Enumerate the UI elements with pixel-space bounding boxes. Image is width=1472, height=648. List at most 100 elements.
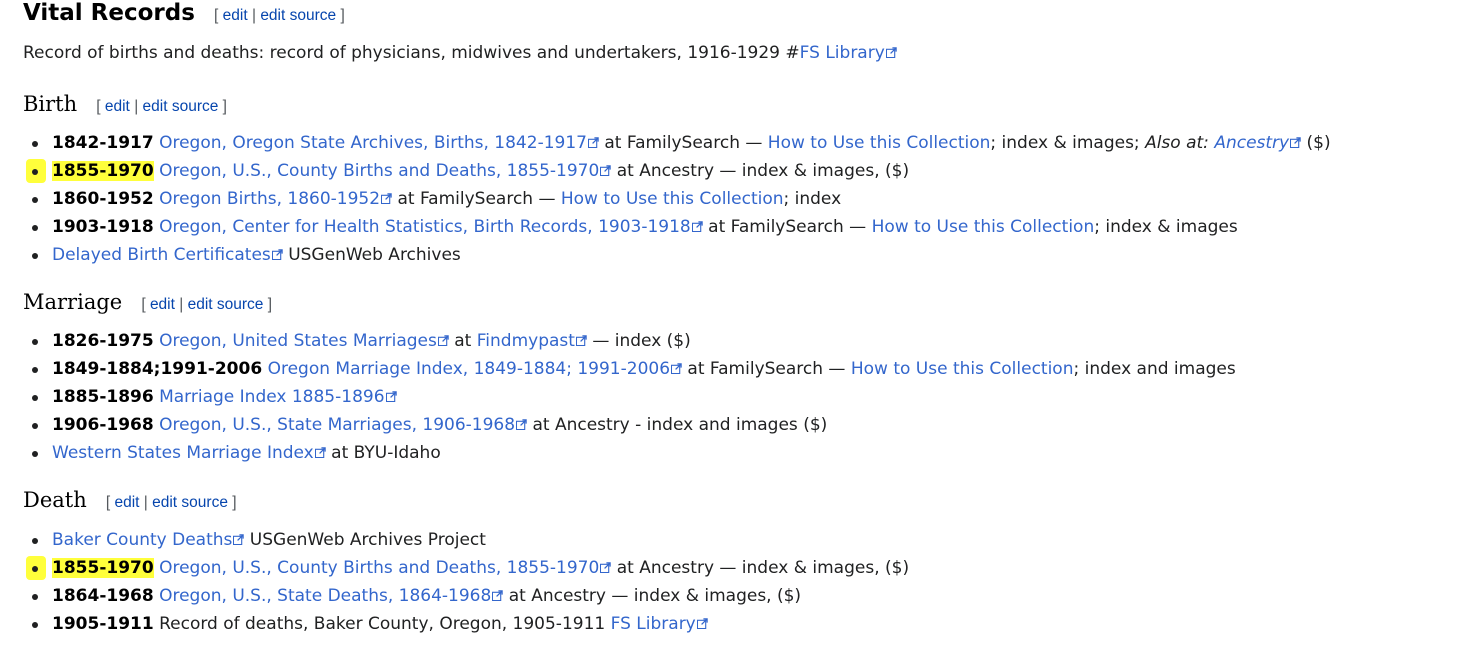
fs-library-link[interactable]: FS Library [800, 43, 897, 63]
edit-link[interactable]: edit [105, 98, 130, 115]
edit-section-links: [ edit | edit source ] [214, 7, 345, 24]
collection-link[interactable]: Marriage Index 1885-1896 [159, 387, 396, 407]
separator: | [134, 98, 139, 115]
link-text: Oregon, United States Marriages [159, 331, 437, 351]
link-text: Oregon, U.S., State Deaths, 1864-1968 [159, 586, 492, 606]
collection-link[interactable]: Oregon Births, 1860-1952 [159, 189, 392, 209]
section-title: Birth [23, 92, 78, 116]
item-text: at BYU-Idaho [325, 443, 441, 463]
edit-link[interactable]: edit [223, 7, 248, 24]
item-text: — index ($) [586, 331, 691, 351]
edit-source-link[interactable]: edit source [188, 296, 264, 313]
list-item: 1906-1968 Oregon, U.S., State Marriages,… [0, 411, 1236, 439]
item-text: at Ancestry — index & images, ($) [611, 161, 910, 181]
bracket-open: [ [96, 98, 101, 115]
how-to-use-link[interactable]: How to Use this Collection [768, 133, 991, 153]
findmypast-link[interactable]: Findmypast [477, 331, 587, 351]
how-to-use-link[interactable]: How to Use this Collection [872, 217, 1095, 237]
list-item: Delayed Birth Certificates USGenWeb Arch… [0, 241, 1331, 269]
item-text: ; index & images [1094, 217, 1238, 237]
years-highlighted: 1855-1970 [52, 161, 154, 181]
separator: | [251, 7, 256, 24]
collection-link[interactable]: Oregon, Center for Health Statistics, Bi… [159, 217, 703, 237]
years: 1903-1918 [52, 217, 154, 237]
link-text: Oregon Marriage Index, 1849-1884; 1991-2… [267, 359, 671, 379]
years: 1906-1968 [52, 415, 154, 435]
collection-link[interactable]: Oregon, U.S., State Deaths, 1864-1968 [159, 586, 503, 606]
birth-heading: Birth [ edit | edit source ] [23, 92, 227, 116]
external-link-icon [516, 419, 527, 430]
separator: | [143, 494, 148, 511]
external-link-icon [315, 447, 326, 458]
bullet [32, 253, 38, 259]
external-link-icon [492, 590, 503, 601]
collection-link[interactable]: Oregon, United States Marriages [159, 331, 449, 351]
marriage-list: 1826-1975 Oregon, United States Marriage… [0, 327, 1236, 467]
collection-link[interactable]: Western States Marriage Index [52, 443, 326, 463]
bullet [32, 395, 38, 401]
link-text: Oregon, U.S., County Births and Deaths, … [159, 161, 600, 181]
item-text: Record of deaths, Baker County, Oregon, … [153, 614, 611, 634]
how-to-use-link[interactable]: How to Use this Collection [561, 189, 784, 209]
item-text: at FamilySearch — [392, 189, 561, 209]
edit-link[interactable]: edit [150, 296, 175, 313]
years-highlighted: 1855-1970 [52, 558, 154, 578]
external-link-icon [381, 193, 392, 204]
external-link-icon [600, 165, 611, 176]
link-text: Findmypast [476, 331, 575, 351]
bullet [32, 622, 38, 628]
list-item: 1849-1884;1991-2006 Oregon Marriage Inde… [0, 355, 1236, 383]
page: Vital Records [ edit | edit source ] Rec… [0, 0, 1472, 648]
bullet [32, 367, 38, 373]
collection-link[interactable]: Oregon, U.S., County Births and Deaths, … [159, 161, 611, 181]
how-to-use-link[interactable]: How to Use this Collection [851, 359, 1074, 379]
item-text: at Ancestry — index & images, ($) [503, 586, 802, 606]
item-text: ; index and images [1073, 359, 1236, 379]
item-text: ; index [783, 189, 842, 209]
ancestry-link[interactable]: Ancestry [1214, 133, 1301, 153]
section-title: Marriage [23, 290, 123, 314]
edit-source-link[interactable]: edit source [152, 494, 228, 511]
edit-source-link[interactable]: edit source [143, 98, 219, 115]
item-text: USGenWeb Archives [282, 245, 461, 265]
external-link-icon [671, 363, 682, 374]
edit-section-links: [ edit | edit source ] [141, 296, 272, 313]
intro-text: Record of births and deaths: record of p… [23, 43, 786, 63]
edit-source-link[interactable]: edit source [260, 7, 336, 24]
list-item: 1864-1968 Oregon, U.S., State Deaths, 18… [0, 582, 909, 610]
collection-link[interactable]: Oregon, U.S., State Marriages, 1906-1968 [159, 415, 527, 435]
collection-link[interactable]: Oregon, Oregon State Archives, Births, 1… [159, 133, 599, 153]
item-text: USGenWeb Archives Project [244, 530, 486, 550]
link-text: Western States Marriage Index [52, 443, 314, 463]
bullet [32, 451, 38, 457]
link-text: Oregon, Oregon State Archives, Births, 1… [159, 133, 587, 153]
years: 1842-1917 [52, 133, 154, 153]
fs-library-link[interactable]: FS Library [611, 614, 708, 634]
item-text: ($) [1301, 133, 1331, 153]
item-text: at FamilySearch — [702, 217, 872, 237]
death-list: Baker County Deaths USGenWeb Archives Pr… [0, 526, 909, 638]
external-link-icon [600, 562, 611, 573]
edit-section-links: [ edit | edit source ] [96, 98, 227, 115]
external-link-icon [886, 47, 897, 58]
bracket-open: [ [141, 296, 146, 313]
years: 1849-1884;1991-2006 [52, 359, 263, 379]
years: 1860-1952 [52, 189, 154, 209]
bracket-open: [ [105, 494, 111, 511]
birth-list: 1842-1917 Oregon, Oregon State Archives,… [0, 129, 1331, 269]
collection-link[interactable]: Baker County Deaths [52, 530, 244, 550]
collection-link[interactable]: Oregon Marriage Index, 1849-1884; 1991-2… [268, 359, 682, 379]
link-text: FS Library [799, 43, 885, 63]
collection-link[interactable]: Delayed Birth Certificates [52, 245, 283, 265]
bullet [32, 197, 38, 203]
collection-link[interactable]: Oregon, U.S., County Births and Deaths, … [159, 558, 611, 578]
death-heading: Death [ edit | edit source ] [23, 488, 237, 512]
external-link-icon [1290, 137, 1301, 148]
edit-section-links: [ edit | edit source ] [106, 494, 237, 511]
years: 1826-1975 [52, 331, 154, 351]
list-item: 1903-1918 Oregon, Center for Health Stat… [0, 213, 1331, 241]
link-text: Oregon Births, 1860-1952 [159, 189, 381, 209]
vital-records-heading: Vital Records [ edit | edit source ] [23, 0, 345, 30]
bullet [32, 538, 38, 544]
edit-link[interactable]: edit [114, 494, 139, 511]
